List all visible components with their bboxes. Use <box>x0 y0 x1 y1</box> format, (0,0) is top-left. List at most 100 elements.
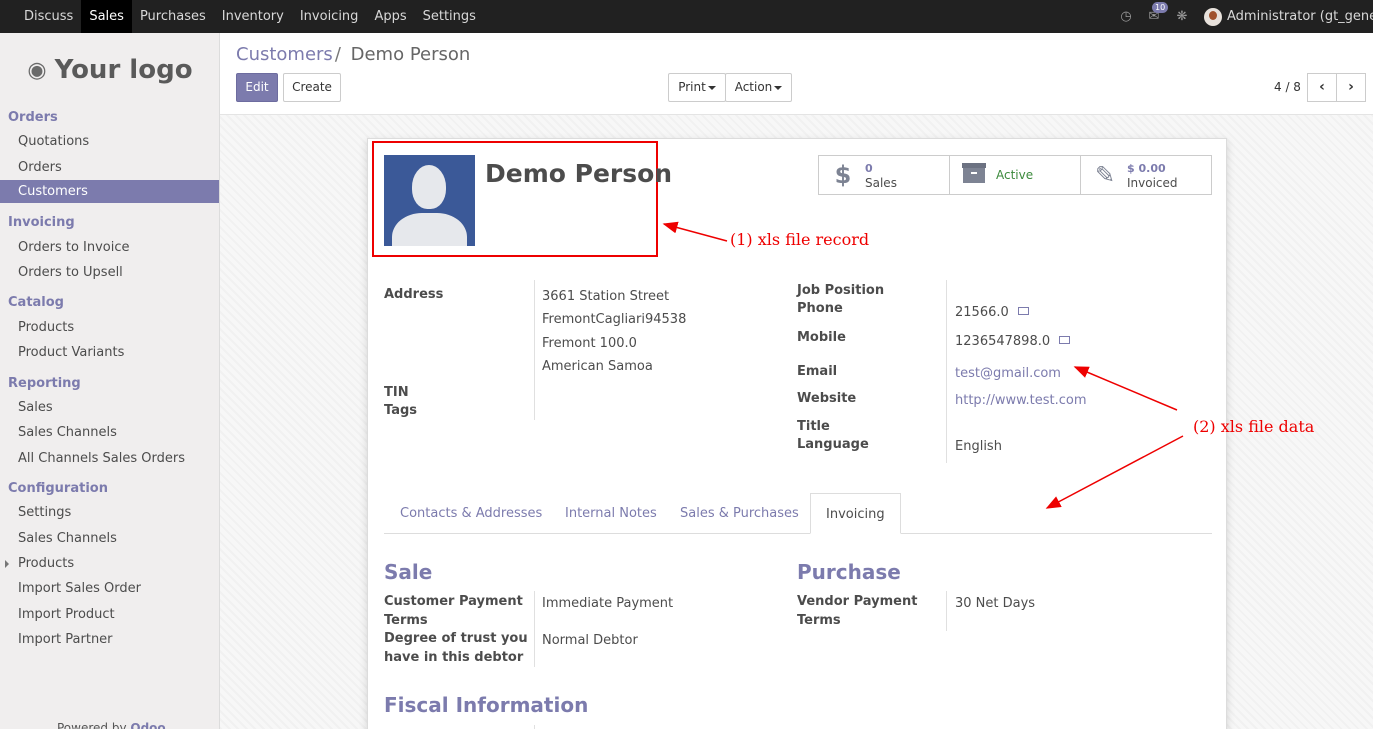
sidebar-section-orders[interactable]: Orders <box>8 110 58 125</box>
breadcrumb-customers[interactable]: Customers <box>236 44 333 65</box>
divider <box>534 591 535 667</box>
powered-by-label: Powered by <box>57 721 127 729</box>
systray: ◷ ✉10 ❋ Administrator (gt_gener... <box>1112 0 1373 33</box>
sidebar-section-invoicing[interactable]: Invoicing <box>8 215 75 230</box>
action-dropdown[interactable]: Action <box>725 73 792 102</box>
pager-next-button[interactable]: › <box>1336 73 1366 102</box>
fiscal-information-heading: Fiscal Information <box>384 693 589 717</box>
sidebar-item-quotations[interactable]: Quotations <box>0 130 219 153</box>
phone-label: Phone <box>797 301 843 316</box>
print-dropdown[interactable]: Print <box>668 73 726 102</box>
sales-smart-button[interactable]: $ 0 Sales <box>819 156 950 194</box>
notebook-tabs: Contacts & Addresses Internal Notes Sale… <box>384 493 1212 534</box>
annotation-xls-record: (1) xls file record <box>730 230 870 249</box>
activity-clock-icon[interactable]: ◷ <box>1112 9 1140 24</box>
user-avatar[interactable] <box>1204 7 1222 26</box>
messages-icon[interactable]: ✉ 10 <box>1140 2 1169 24</box>
caret-right-icon <box>5 560 9 568</box>
sms-envelope-icon[interactable] <box>1017 307 1029 315</box>
dollar-icon: $ <box>834 161 852 189</box>
breadcrumb-current: Demo Person <box>350 44 471 65</box>
website-link[interactable]: http://www.test.com <box>955 393 1087 408</box>
menu-sales[interactable]: Sales <box>81 0 132 33</box>
archive-icon <box>960 161 988 189</box>
menu-settings[interactable]: Settings <box>415 0 484 33</box>
sidebar-item-config-sales-channels[interactable]: Sales Channels <box>0 527 219 550</box>
menu-apps[interactable]: Apps <box>366 0 414 33</box>
sidebar-item-orders-to-invoice[interactable]: Orders to Invoice <box>0 236 219 259</box>
sidebar-section-reporting[interactable]: Reporting <box>8 376 81 391</box>
caret-down-icon <box>774 85 783 90</box>
sidebar-item-product-variants[interactable]: Product Variants <box>0 341 219 364</box>
user-menu[interactable]: Administrator (gt_gener... <box>1227 9 1373 24</box>
divider <box>534 280 535 420</box>
pager-previous-button[interactable]: ‹ <box>1307 73 1337 102</box>
pager-value[interactable]: 4 / 8 <box>1274 80 1301 94</box>
company-logo[interactable]: ◉ Your logo <box>22 47 198 93</box>
sidebar-item-sales-channels[interactable]: Sales Channels <box>0 421 219 444</box>
divider <box>946 591 947 631</box>
phone-value: 21566.0 <box>955 305 1029 320</box>
chevron-left-icon: ‹ <box>1319 79 1325 95</box>
menu-purchases[interactable]: Purchases <box>132 0 214 33</box>
email-link[interactable]: test@gmail.com <box>955 366 1061 381</box>
sidebar-item-orders[interactable]: Orders <box>0 156 219 179</box>
sidebar-section-catalog[interactable]: Catalog <box>8 295 64 310</box>
tab-contacts-addresses[interactable]: Contacts & Addresses <box>400 493 542 534</box>
sale-heading: Sale <box>384 560 433 584</box>
edit-button[interactable]: Edit <box>236 73 278 102</box>
email-label: Email <box>797 364 838 379</box>
tab-sales-purchases[interactable]: Sales & Purchases <box>680 493 799 534</box>
mobile-value: 1236547898.0 <box>955 334 1071 349</box>
menu-inventory[interactable]: Inventory <box>214 0 292 33</box>
menu-discuss[interactable]: Discuss <box>16 0 81 33</box>
top-menu: Discuss Sales Purchases Inventory Invoic… <box>16 0 484 33</box>
active-toggle-button[interactable]: Active <box>950 156 1081 194</box>
active-label: Active <box>996 168 1034 182</box>
create-button[interactable]: Create <box>283 73 341 102</box>
action-label: Action <box>734 80 773 94</box>
sidebar-item-config-products[interactable]: Products <box>0 552 219 575</box>
customer-payment-terms-value: Immediate Payment <box>542 596 674 611</box>
invoiced-smart-button[interactable]: ✎ $ 0.00 Invoiced <box>1081 156 1211 194</box>
country-value: American Samoa <box>542 359 653 374</box>
debug-bug-icon[interactable]: ❋ <box>1168 9 1196 24</box>
top-navbar: Discuss Sales Purchases Inventory Invoic… <box>0 0 1373 33</box>
job-position-label: Job Position <box>797 283 885 298</box>
sms-envelope-icon[interactable] <box>1059 336 1071 344</box>
phone-text: 21566.0 <box>955 305 1009 320</box>
smart-buttons: $ 0 Sales Active ✎ $ 0.00 Invoiced <box>818 155 1212 195</box>
odoo-link[interactable]: Odoo <box>130 721 165 729</box>
sidebar-item-settings[interactable]: Settings <box>0 501 219 524</box>
tags-label: Tags <box>384 403 418 418</box>
language-label: Language <box>797 437 869 452</box>
annotation-xls-data: (2) xls file data <box>1193 417 1315 436</box>
sidebar-item-customers[interactable]: Customers <box>0 180 219 203</box>
control-panel: Customers / Demo Person Edit Create Print… <box>220 33 1373 115</box>
sidebar-section-configuration[interactable]: Configuration <box>8 481 108 496</box>
street-value: 3661 Station Street <box>542 289 670 304</box>
form-sheet: Demo Person $ 0 Sales Active ✎ $ 0.00 Invo… <box>367 138 1227 729</box>
partner-image[interactable] <box>384 155 475 246</box>
sidebar-item-all-channels-sales-orders[interactable]: All Channels Sales Orders <box>0 447 219 470</box>
trust-value: Normal Debtor <box>542 633 638 648</box>
tab-internal-notes[interactable]: Internal Notes <box>565 493 657 534</box>
sidebar-item-import-sales-order[interactable]: Import Sales Order <box>0 577 219 600</box>
menu-invoicing[interactable]: Invoicing <box>292 0 367 33</box>
avatar-placeholder-head <box>412 165 446 209</box>
sidebar-item-orders-to-upsell[interactable]: Orders to Upsell <box>0 261 219 284</box>
sales-label: Sales <box>865 175 897 190</box>
tab-invoicing[interactable]: Invoicing <box>810 493 901 534</box>
caret-down-icon <box>707 85 716 90</box>
state-value: Fremont 100.0 <box>542 336 637 351</box>
sidebar-item-import-product[interactable]: Import Product <box>0 603 219 626</box>
trust-label: Degree of trust you <box>384 631 528 646</box>
sidebar-item-import-partner[interactable]: Import Partner <box>0 628 219 651</box>
sidebar-item-reporting-sales[interactable]: Sales <box>0 396 219 419</box>
vendor-payment-terms-label: Vendor Payment <box>797 594 918 609</box>
pencil-square-icon: ✎ <box>1094 161 1116 189</box>
address-label: Address <box>384 287 444 302</box>
mobile-text: 1236547898.0 <box>955 334 1051 349</box>
sidebar-item-products[interactable]: Products <box>0 316 219 339</box>
title-label: Title <box>797 419 830 434</box>
